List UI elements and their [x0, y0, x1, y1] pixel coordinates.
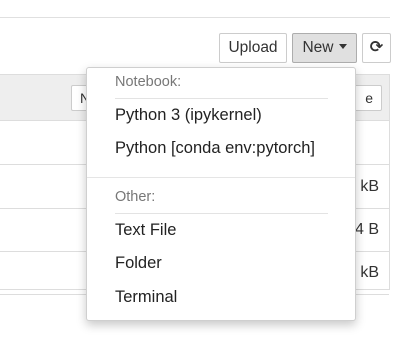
caret-down-icon — [338, 44, 347, 50]
menu-item-python-conda-pytorch[interactable]: Python [conda env:pytorch] — [115, 139, 315, 158]
upload-button[interactable]: Upload — [219, 33, 287, 63]
other-section-header: Other: — [115, 189, 156, 205]
new-dropdown-menu: Notebook: Python 3 (ipykernel) Python [c… — [86, 67, 356, 321]
new-button-label: New — [302, 39, 334, 56]
section-rule — [115, 98, 328, 99]
notebook-section-header: Notebook: — [115, 74, 182, 90]
menu-item-folder[interactable]: Folder — [115, 254, 162, 273]
file-size: kB — [360, 264, 379, 281]
menu-divider — [87, 177, 355, 178]
header-divider — [0, 17, 390, 18]
menu-item-python3-ipykernel[interactable]: Python 3 (ipykernel) — [115, 106, 262, 125]
refresh-icon: ⟳ — [369, 39, 384, 56]
new-button[interactable]: New — [292, 33, 357, 63]
menu-item-text-file[interactable]: Text File — [115, 221, 176, 240]
menu-item-terminal[interactable]: Terminal — [115, 288, 177, 307]
file-size: 4 B — [354, 221, 379, 238]
file-size: kB — [360, 178, 379, 195]
refresh-button[interactable]: ⟳ — [362, 33, 391, 63]
section-rule — [115, 213, 328, 214]
